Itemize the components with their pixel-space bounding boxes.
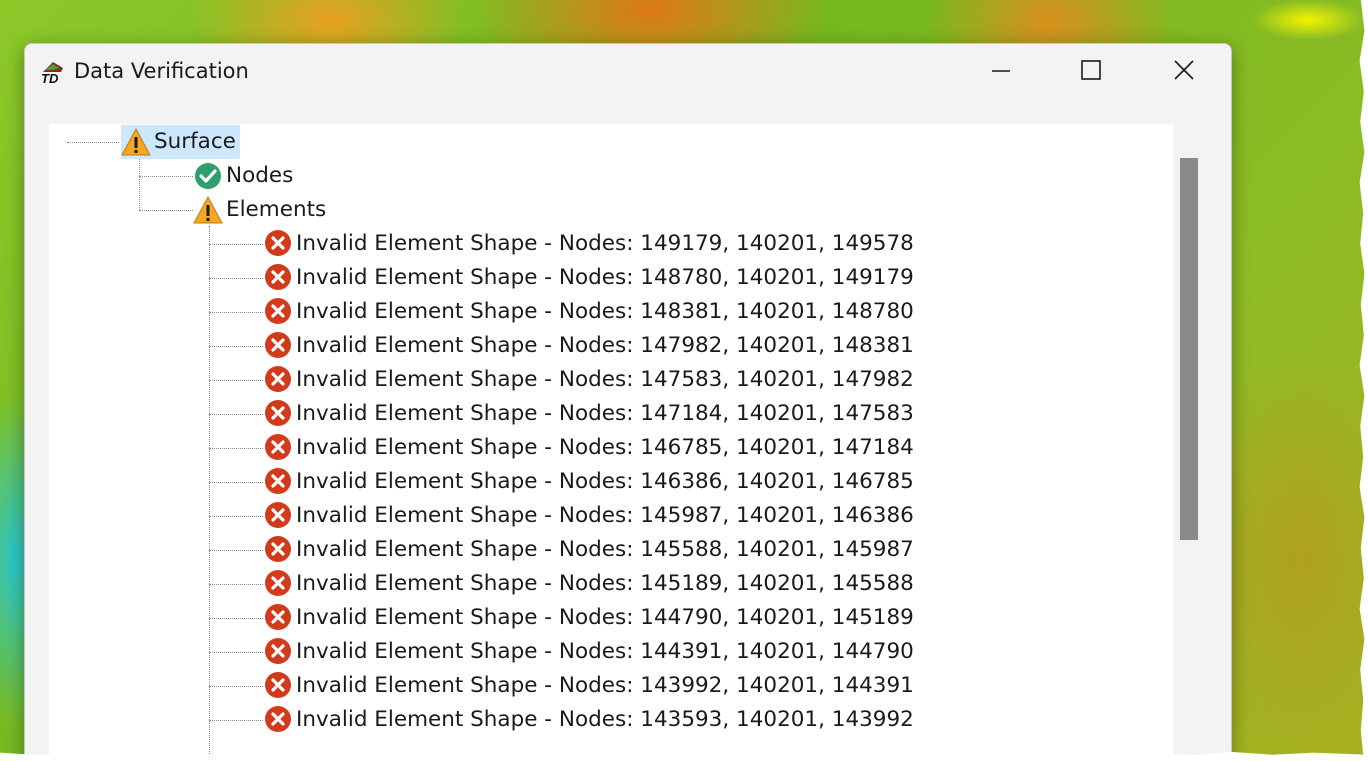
error-icon <box>265 570 291 596</box>
check-circle-icon <box>195 163 221 189</box>
error-icon <box>265 434 291 460</box>
window-title: Data Verification <box>74 59 249 83</box>
tree-node-label: Invalid Element Shape - Nodes: 145987, 1… <box>296 503 914 528</box>
tree-node-label: Nodes <box>226 163 294 188</box>
minimize-button[interactable] <box>955 44 1047 100</box>
tree-node-label: Surface <box>154 129 236 154</box>
tree-connector <box>139 176 193 177</box>
tree-node-element-error[interactable]: Invalid Element Shape - Nodes: 147184, 1… <box>263 397 918 431</box>
tree-node-nodes[interactable]: Nodes <box>193 159 297 193</box>
error-icon <box>265 400 291 426</box>
tree-node-element-error[interactable]: Invalid Element Shape - Nodes: 143992, 1… <box>263 669 918 703</box>
desktop-background-highlight <box>1248 0 1368 50</box>
tree-connector <box>209 226 210 761</box>
tree-node-label: Invalid Element Shape - Nodes: 144790, 1… <box>296 605 914 630</box>
tree-node-label: Elements <box>226 197 327 222</box>
minimize-icon <box>992 70 1010 72</box>
torn-edge-decoration <box>1359 0 1368 761</box>
tree-connector <box>209 516 263 517</box>
tree-connector <box>209 244 263 245</box>
tree-connector <box>209 584 263 585</box>
error-icon <box>265 536 291 562</box>
tree-connector <box>139 210 193 211</box>
tree-node-label: Invalid Element Shape - Nodes: 145588, 1… <box>296 537 914 562</box>
warning-icon <box>193 195 223 224</box>
data-verification-window: TD Data Verification Surface Nodes Eleme… <box>24 43 1232 761</box>
tree-connector <box>67 142 119 143</box>
vertical-scrollbar[interactable] <box>1175 152 1203 761</box>
error-icon <box>265 604 291 630</box>
tree-node-element-error[interactable]: Invalid Element Shape - Nodes: 143593, 1… <box>263 703 918 737</box>
tree-node-label: Invalid Element Shape - Nodes: 145189, 1… <box>296 571 914 596</box>
title-bar[interactable]: TD Data Verification <box>25 44 1231 100</box>
tree-connector <box>139 158 140 210</box>
maximize-button[interactable] <box>1045 44 1137 100</box>
tree-connector <box>209 686 263 687</box>
error-icon <box>265 264 291 290</box>
tree-node-label: Invalid Element Shape - Nodes: 143593, 1… <box>296 707 914 732</box>
tree-node-element-error[interactable]: Invalid Element Shape - Nodes: 144790, 1… <box>263 601 918 635</box>
tree-connector <box>209 720 263 721</box>
tree-connector <box>209 278 263 279</box>
tree-connector <box>209 550 263 551</box>
error-icon <box>265 366 291 392</box>
verification-tree[interactable]: Surface Nodes Elements Invalid Element S… <box>49 124 1173 761</box>
tree-connector <box>209 346 263 347</box>
tree-node-element-error[interactable]: Invalid Element Shape - Nodes: 145588, 1… <box>263 533 918 567</box>
tree-node-label: Invalid Element Shape - Nodes: 147982, 1… <box>296 333 914 358</box>
tree-node-label: Invalid Element Shape - Nodes: 149179, 1… <box>296 231 914 256</box>
warning-icon <box>121 127 151 156</box>
tree-node-element-error[interactable]: Invalid Element Shape - Nodes: 144391, 1… <box>263 635 918 669</box>
error-icon <box>265 706 291 732</box>
tree-node-surface[interactable]: Surface <box>121 125 240 159</box>
tree-node-element-error[interactable]: Invalid Element Shape - Nodes: 147583, 1… <box>263 363 918 397</box>
error-icon <box>265 298 291 324</box>
tree-node-element-error[interactable]: Invalid Element Shape - Nodes: 146785, 1… <box>263 431 918 465</box>
tree-node-label: Invalid Element Shape - Nodes: 148381, 1… <box>296 299 914 324</box>
tree-node-element-error[interactable]: Invalid Element Shape - Nodes: 149179, 1… <box>263 227 918 261</box>
close-button[interactable] <box>1137 44 1229 100</box>
tree-connector <box>209 618 263 619</box>
close-icon <box>1174 60 1194 80</box>
tree-node-elements[interactable]: Elements <box>193 193 330 227</box>
tree-node-label: Invalid Element Shape - Nodes: 143992, 1… <box>296 673 914 698</box>
svg-text:TD: TD <box>41 71 59 84</box>
error-icon <box>265 672 291 698</box>
tree-connector <box>209 380 263 381</box>
error-icon <box>265 638 291 664</box>
tree-node-label: Invalid Element Shape - Nodes: 146386, 1… <box>296 469 914 494</box>
tree-connector <box>209 414 263 415</box>
error-icon <box>265 468 291 494</box>
tree-node-label: Invalid Element Shape - Nodes: 148780, 1… <box>296 265 914 290</box>
tree-connector <box>209 448 263 449</box>
tree-node-label: Invalid Element Shape - Nodes: 147184, 1… <box>296 401 914 426</box>
tree-node-element-error[interactable]: Invalid Element Shape - Nodes: 146386, 1… <box>263 465 918 499</box>
error-icon <box>265 230 291 256</box>
tree-connector <box>209 312 263 313</box>
tree-node-element-error[interactable]: Invalid Element Shape - Nodes: 145189, 1… <box>263 567 918 601</box>
tree-node-label: Invalid Element Shape - Nodes: 144391, 1… <box>296 639 914 664</box>
tree-node-label: Invalid Element Shape - Nodes: 147583, 1… <box>296 367 914 392</box>
tree-connector <box>209 652 263 653</box>
maximize-icon <box>1081 60 1101 80</box>
tree-node-element-error[interactable]: Invalid Element Shape - Nodes: 145987, 1… <box>263 499 918 533</box>
tree-node-element-error[interactable]: Invalid Element Shape - Nodes: 147982, 1… <box>263 329 918 363</box>
tree-connector <box>209 482 263 483</box>
error-icon <box>265 502 291 528</box>
tree-node-label: Invalid Element Shape - Nodes: 146785, 1… <box>296 435 914 460</box>
tree-node-element-error[interactable]: Invalid Element Shape - Nodes: 148780, 1… <box>263 261 918 295</box>
app-logo-icon: TD <box>41 62 63 84</box>
scrollbar-thumb[interactable] <box>1180 158 1198 540</box>
tree-node-element-error[interactable]: Invalid Element Shape - Nodes: 148381, 1… <box>263 295 918 329</box>
error-icon <box>265 332 291 358</box>
